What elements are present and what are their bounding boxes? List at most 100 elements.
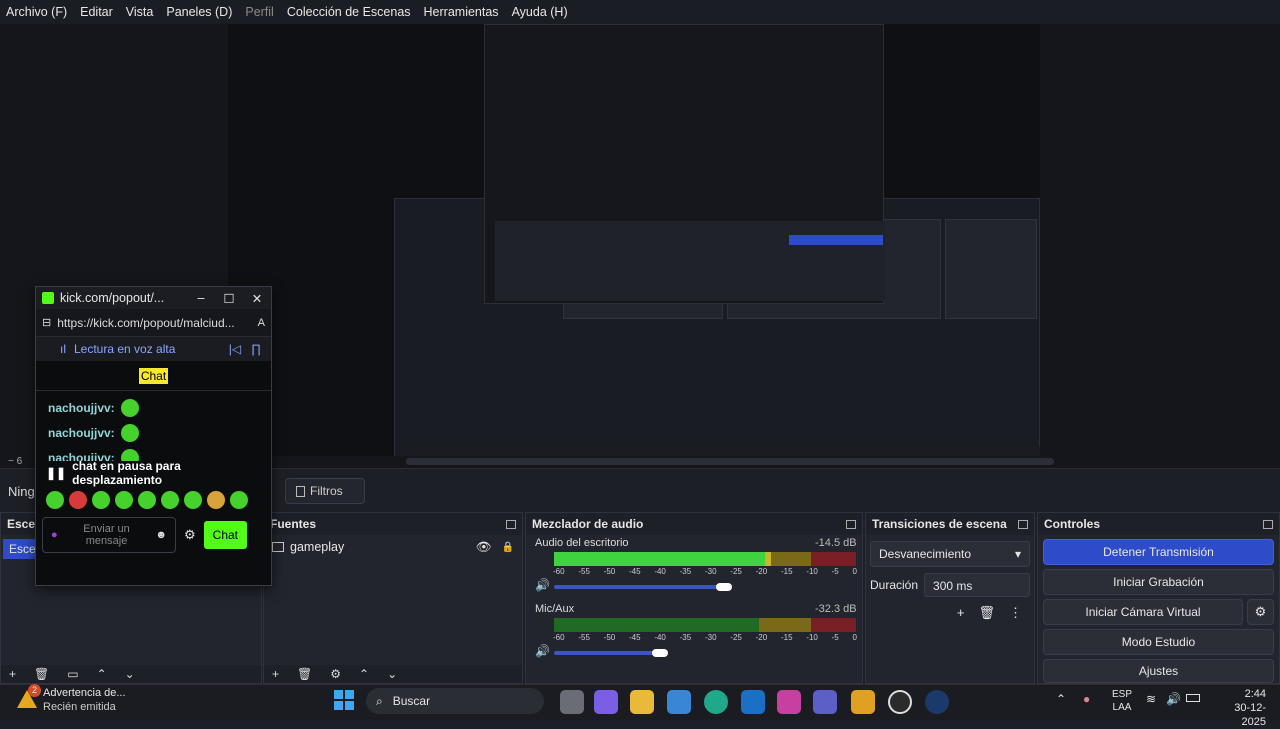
menu-archivo[interactable]: Archivo (F): [6, 5, 67, 19]
float-icon[interactable]: [1018, 519, 1028, 529]
float-icon[interactable]: [1263, 519, 1273, 529]
minimize-icon[interactable]: –: [187, 291, 215, 305]
emote-icon[interactable]: [92, 491, 110, 509]
edge-icon[interactable]: [704, 690, 728, 714]
chevron-up-icon[interactable]: ⌃: [1056, 692, 1066, 706]
start-virtual-camera-button[interactable]: Iniciar Cámara Virtual: [1043, 599, 1243, 625]
teams-icon[interactable]: [813, 690, 837, 714]
wifi-icon[interactable]: ≋: [1146, 692, 1156, 706]
emote-icon[interactable]: [184, 491, 202, 509]
move-down-icon[interactable]: ⌄: [387, 667, 397, 681]
add-source-icon[interactable]: +: [272, 667, 279, 681]
emote-icon[interactable]: [207, 491, 225, 509]
preview-horizontal-scrollbar[interactable]: [406, 458, 1054, 465]
emote-icon[interactable]: [69, 491, 87, 509]
speaker-icon[interactable]: 🔊: [535, 578, 550, 592]
pause-icon[interactable]: ∏: [251, 342, 261, 356]
volume-slider-desktop[interactable]: [554, 585, 724, 589]
studio-mode-button[interactable]: Modo Estudio: [1043, 629, 1274, 655]
chat-paused-notice[interactable]: ❚❚ chat en pausa para desplazamiento: [36, 459, 271, 487]
close-icon[interactable]: ✕: [243, 291, 271, 306]
language-indicator[interactable]: ESP LAA: [1112, 688, 1132, 714]
previous-icon[interactable]: |◁: [229, 342, 241, 356]
office-icon[interactable]: [777, 690, 801, 714]
menu-perfil[interactable]: Perfil: [245, 5, 273, 19]
trash-icon[interactable]: 🗑: [34, 667, 49, 681]
menu-herramientas[interactable]: Herramientas: [424, 5, 499, 19]
chat-tab[interactable]: Chat: [36, 361, 271, 391]
move-up-icon[interactable]: ⌃: [359, 667, 369, 681]
virtual-camera-settings-gear-icon[interactable]: ⚙: [1247, 599, 1274, 625]
read-aloud-icon[interactable]: A: [258, 317, 265, 329]
channel-db: -32.3 dB: [815, 603, 857, 615]
file-explorer-icon[interactable]: [630, 690, 654, 714]
trash-icon[interactable]: 🗑: [297, 667, 312, 681]
task-view-icon[interactable]: [560, 690, 584, 714]
menu-paneles[interactable]: Paneles (D): [166, 5, 232, 19]
gear-icon[interactable]: ⚙: [330, 667, 341, 681]
emote-icon[interactable]: [46, 491, 64, 509]
windows-start-icon[interactable]: [334, 690, 354, 710]
microphone-icon[interactable]: ●: [1083, 692, 1090, 706]
menu-coleccion-escenas[interactable]: Colección de Escenas: [287, 5, 411, 19]
steam-icon[interactable]: [925, 690, 949, 714]
move-down-icon[interactable]: ⌄: [125, 667, 135, 681]
emote-icon[interactable]: [115, 491, 133, 509]
kick-chat-popup[interactable]: kick.com/popout/... – ☐ ✕ ⊟ https://kick…: [35, 286, 272, 586]
filters-button[interactable]: Filtros: [285, 478, 365, 504]
notification-subtitle: Recién emitida: [43, 701, 116, 713]
clock[interactable]: 2:44 30-12-2025: [1210, 687, 1266, 729]
send-chat-button[interactable]: Chat: [203, 521, 248, 549]
filter-icon: [296, 485, 305, 497]
emote-bar: [36, 485, 271, 515]
float-icon[interactable]: [846, 519, 856, 529]
sources-dock: Fuentes gameplay 👁 🔒 + 🗑 ⚙ ⌃ ⌄: [263, 512, 523, 684]
add-scene-icon[interactable]: +: [9, 667, 16, 681]
menu-editar[interactable]: Editar: [80, 5, 113, 19]
transitions-dock: Transiciones de escena Desvanecimiento ▾…: [865, 512, 1035, 684]
start-recording-button[interactable]: Iniciar Grabación: [1043, 569, 1274, 595]
notification-title[interactable]: Advertencia de...: [43, 687, 126, 699]
gear-icon[interactable]: ⚙: [184, 527, 196, 543]
volume-knob[interactable]: [652, 649, 668, 657]
copilot-icon[interactable]: [594, 690, 618, 714]
chat-input[interactable]: ● Enviar un mensaje ☻: [42, 517, 176, 553]
transition-select[interactable]: Desvanecimiento ▾: [870, 541, 1030, 567]
obs-icon[interactable]: [888, 690, 912, 714]
filter-scene-icon[interactable]: ▭: [67, 667, 78, 681]
trash-icon[interactable]: 🗑: [978, 605, 995, 621]
maximize-icon[interactable]: ☐: [215, 291, 243, 306]
microsoft-store-icon[interactable]: [667, 690, 691, 714]
volume-icon[interactable]: 🔊: [1166, 692, 1181, 706]
float-icon[interactable]: [506, 519, 516, 529]
menu-ayuda[interactable]: Ayuda (H): [512, 5, 568, 19]
lock-icon[interactable]: 🔒: [502, 542, 514, 553]
settings-button[interactable]: Ajustes: [1043, 659, 1274, 683]
move-up-icon[interactable]: ⌃: [97, 667, 107, 681]
battery-icon[interactable]: [1186, 694, 1200, 702]
chevron-down-icon: ▾: [1014, 547, 1021, 561]
taskbar-search[interactable]: ⌕ Buscar: [366, 688, 544, 714]
speaker-icon[interactable]: 🔊: [535, 644, 550, 658]
duration-input[interactable]: 300 ms: [924, 573, 1030, 597]
menu-vista[interactable]: Vista: [126, 5, 154, 19]
volume-slider-mic[interactable]: [554, 651, 660, 655]
outlook-icon[interactable]: [741, 690, 765, 714]
winamp-icon[interactable]: [851, 690, 875, 714]
emoji-icon[interactable]: ☻: [155, 529, 167, 541]
eye-icon[interactable]: 👁: [476, 540, 492, 555]
more-icon[interactable]: ⋮: [1009, 605, 1022, 621]
emote-icon[interactable]: [161, 491, 179, 509]
emote-icon[interactable]: [230, 491, 248, 509]
volume-knob[interactable]: [716, 583, 732, 591]
add-transition-icon[interactable]: +: [957, 605, 965, 621]
kick-url-field[interactable]: https://kick.com/popout/malciud...: [57, 316, 251, 330]
channel-db: -14.5 dB: [815, 537, 857, 549]
mixer-title: Mezclador de audio: [532, 517, 644, 531]
microphone-icon[interactable]: ●: [51, 529, 58, 541]
emote-icon[interactable]: [138, 491, 156, 509]
stop-streaming-button[interactable]: Detener Transmisión: [1043, 539, 1274, 565]
volume-meter-desktop: [554, 552, 856, 566]
page-info-icon[interactable]: ⊟: [42, 316, 51, 329]
source-item-gameplay[interactable]: gameplay 👁 🔒: [264, 535, 522, 559]
